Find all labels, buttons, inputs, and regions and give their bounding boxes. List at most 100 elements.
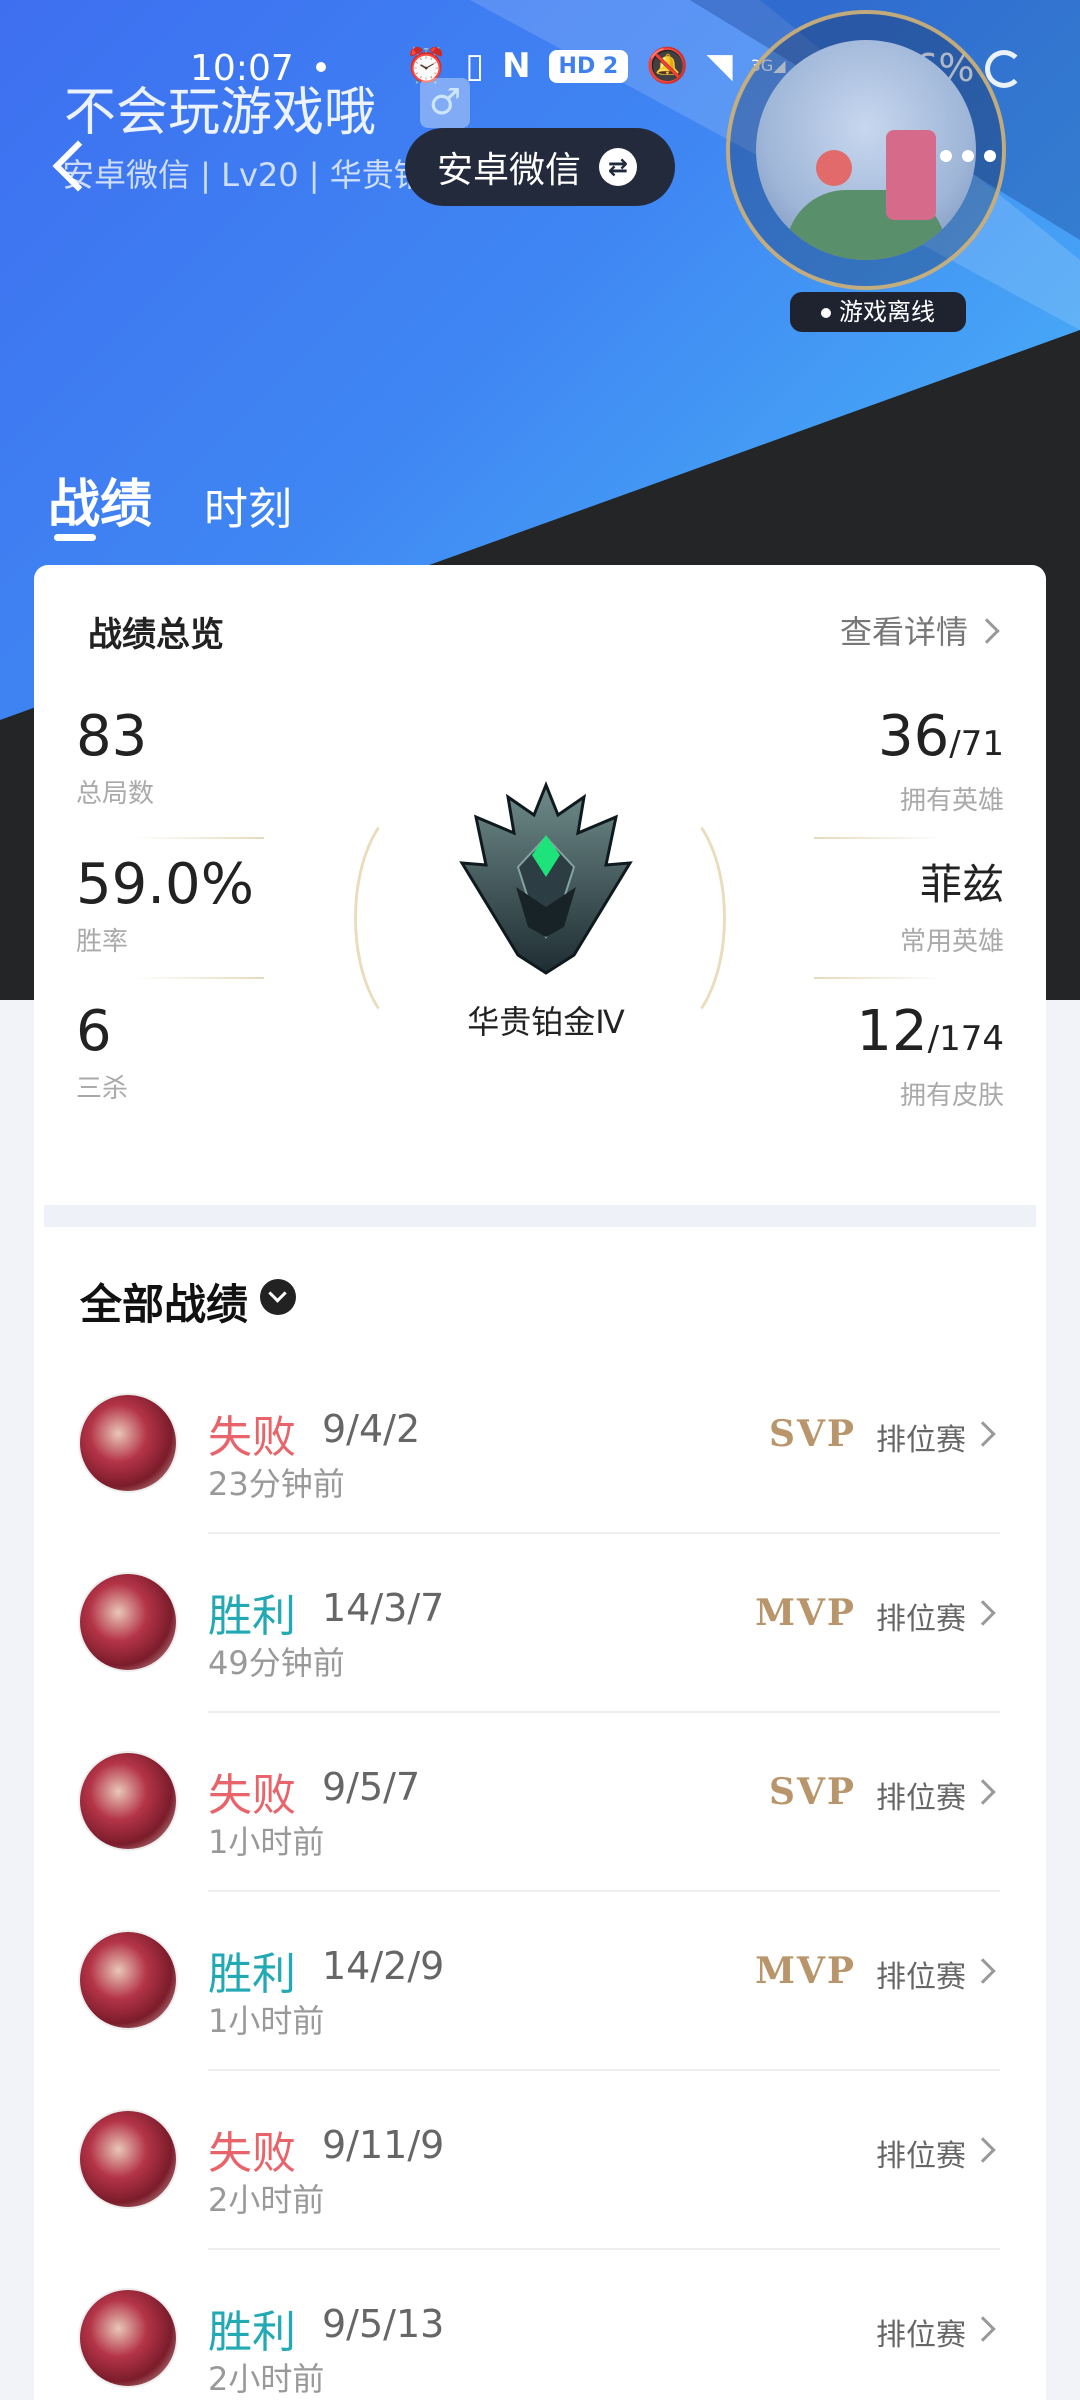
stat-label: 胜率 <box>76 927 129 957</box>
profile-tabs: 战绩 时刻 <box>48 462 292 541</box>
list-item[interactable]: 失败 9/4/2 23分钟前 SVP 排位赛 <box>34 1355 1046 1534</box>
hd-badge: HD 2 <box>548 49 629 83</box>
match-mode: 排位赛 <box>876 1960 966 1995</box>
chevron-right-icon <box>970 1779 996 1805</box>
match-kda: 9/5/13 <box>322 2302 445 2346</box>
all-records-filter[interactable]: 全部战绩 <box>80 1271 297 1332</box>
match-kda: 9/11/9 <box>322 2123 445 2167</box>
list-item[interactable]: 失败 9/11/9 2小时前 排位赛 <box>34 2071 1046 2250</box>
match-result: 胜利 <box>208 1949 296 2000</box>
stat-value: 菲兹 <box>919 860 1004 909</box>
switch-account-button[interactable]: 安卓微信 ⇄ <box>405 128 675 206</box>
mute-icon: 🔕 <box>646 46 689 86</box>
stat-value: 83 <box>76 704 148 769</box>
avatar-phone <box>886 130 936 220</box>
switch-account-label: 安卓微信 <box>437 150 582 191</box>
match-time: 1小时前 <box>208 1823 325 1861</box>
list-item[interactable]: 胜利 14/2/9 1小时前 MVP 排位赛 <box>34 1892 1046 2071</box>
match-mode: 排位赛 <box>876 1423 966 1458</box>
stat-value-total: /71 <box>949 724 1004 764</box>
match-time: 1小时前 <box>208 2002 325 2040</box>
stat-win-rate: 59.0% 胜率 <box>76 853 254 958</box>
list-item[interactable]: 失败 9/5/7 1小时前 SVP 排位赛 <box>34 1713 1046 1892</box>
match-result: 胜利 <box>208 2307 296 2358</box>
stat-value-main: 12 <box>856 999 928 1064</box>
match-time: 49分钟前 <box>208 1644 345 1682</box>
stat-label: 总局数 <box>76 779 155 809</box>
decor-line <box>814 837 944 839</box>
match-mode: 排位赛 <box>876 1602 966 1637</box>
stat-value: 6 <box>76 999 112 1064</box>
match-mode: 排位赛 <box>876 2139 966 2174</box>
stat-favorite-hero: 菲兹 常用英雄 <box>900 853 1004 958</box>
chevron-right-icon <box>974 618 1000 644</box>
more-options-icon[interactable] <box>940 150 996 162</box>
list-item[interactable]: 胜利 14/3/7 49分钟前 MVP 排位赛 <box>34 1534 1046 1713</box>
stat-label: 拥有英雄 <box>899 786 1004 816</box>
match-time: 2小时前 <box>208 2360 325 2398</box>
match-kda: 14/3/7 <box>322 1586 445 1630</box>
male-gender-icon: ♂ <box>420 78 470 128</box>
hero-avatar <box>78 1930 178 2030</box>
stat-skins-owned: 12/174 拥有皮肤 <box>856 1000 1004 1112</box>
swap-icon: ⇄ <box>599 148 638 186</box>
stat-value: 59.0% <box>76 852 254 917</box>
match-kda: 14/2/9 <box>322 1944 445 1988</box>
rank-emblem-icon <box>459 780 633 975</box>
records-card: 战绩总览 查看详情 83 总局数 59.0% 胜率 6 三杀 36/71 拥有英… <box>34 565 1046 2400</box>
decor-line <box>134 837 264 839</box>
hero-avatar <box>78 1572 178 1672</box>
match-kda: 9/5/7 <box>322 1765 421 1809</box>
chevron-right-icon <box>970 1600 996 1626</box>
nfc-icon: N <box>502 46 531 86</box>
performance-badge: SVP <box>769 1771 856 1813</box>
avatar-cheek <box>816 150 852 186</box>
match-result: 失败 <box>208 1770 296 1821</box>
view-details-label: 查看详情 <box>839 613 968 651</box>
tab-records[interactable]: 战绩 <box>48 462 153 541</box>
decor-line <box>134 977 264 979</box>
username: 不会玩游戏哦 <box>64 83 377 143</box>
section-divider <box>44 1205 1036 1227</box>
chevron-right-icon <box>970 2316 996 2342</box>
match-result: 失败 <box>208 2128 296 2179</box>
hero-avatar <box>78 1393 178 1493</box>
hero-avatar <box>78 2288 178 2388</box>
match-list: 失败 9/4/2 23分钟前 SVP 排位赛 胜利 14/3/7 49分钟前 MVP 排位赛 失败 9… <box>34 1355 1046 2400</box>
match-mode: 排位赛 <box>876 1781 966 1816</box>
stat-value: 12/174 <box>856 1000 1004 1071</box>
hero-avatar <box>78 1751 178 1851</box>
stat-value: 36/71 <box>878 705 1004 776</box>
match-mode: 排位赛 <box>876 2318 966 2353</box>
hero-avatar <box>78 2109 178 2209</box>
stat-triple-kills: 6 三杀 <box>76 1000 128 1105</box>
match-time: 2小时前 <box>208 2181 325 2219</box>
chevron-right-icon <box>970 1421 996 1447</box>
chevron-right-icon <box>970 2137 996 2163</box>
match-result: 胜利 <box>208 1591 296 1642</box>
performance-badge: MVP <box>755 1592 856 1634</box>
game-status-badge: 游戏离线 <box>790 292 966 332</box>
overview-title: 战绩总览 <box>88 615 224 655</box>
tab-moments[interactable]: 时刻 <box>204 473 292 537</box>
active-tab-indicator <box>54 534 96 541</box>
view-details-link[interactable]: 查看详情 <box>839 607 1000 653</box>
performance-badge: MVP <box>755 1950 856 1992</box>
stat-label: 拥有皮肤 <box>899 1081 1004 1111</box>
tab-records-label: 战绩 <box>48 475 153 535</box>
match-kda: 9/4/2 <box>322 1407 421 1451</box>
stat-total-games: 83 总局数 <box>76 705 154 810</box>
profile-subinfo: 安卓微信 | Lv20 | 华贵铂金 <box>62 156 432 194</box>
match-result: 失败 <box>208 1412 296 1463</box>
list-item[interactable]: 胜利 9/5/13 2小时前 排位赛 <box>34 2250 1046 2400</box>
decor-line <box>814 977 944 979</box>
stat-value-total: /174 <box>927 1019 1004 1059</box>
stat-label: 三杀 <box>76 1074 129 1104</box>
stat-label: 常用英雄 <box>899 927 1004 957</box>
performance-badge: SVP <box>769 1413 856 1455</box>
stat-value-main: 36 <box>878 704 950 769</box>
avatar[interactable]: 游戏离线 <box>686 10 1046 332</box>
rank-name: 华贵铂金Ⅳ <box>467 1003 625 1041</box>
chevron-right-icon <box>970 1958 996 1984</box>
stat-heroes-owned: 36/71 拥有英雄 <box>878 705 1004 817</box>
